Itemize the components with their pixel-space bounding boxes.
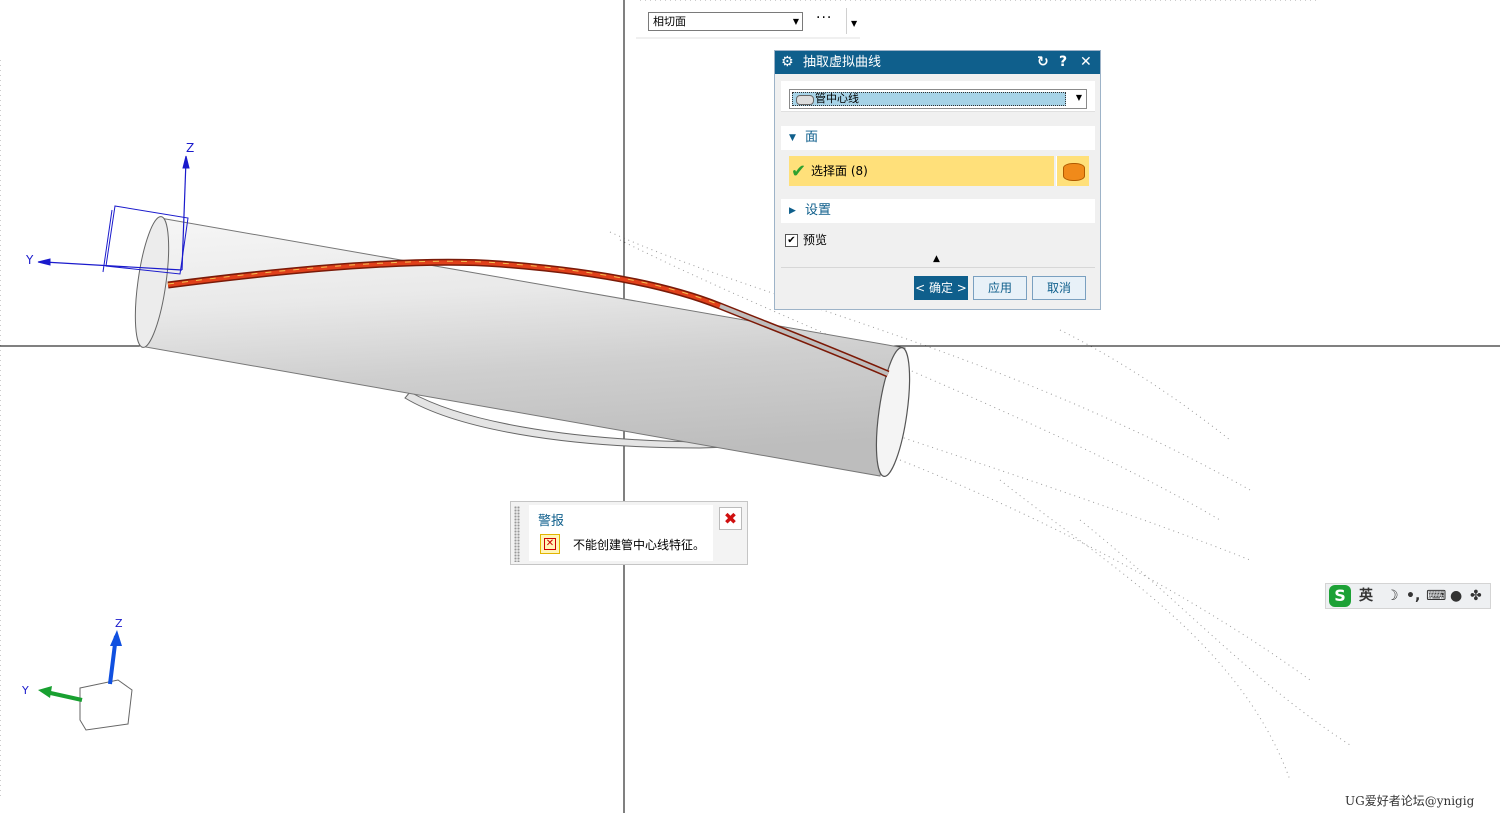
csys-top-z-label: Z [186,141,194,155]
settings-group-header[interactable]: ▶ 设置 [781,199,1095,223]
checkmark-icon: ✔ [791,161,807,182]
face-group-title: 面 [805,130,819,145]
curve-type-value: 管中心线 [815,92,859,105]
toolbar-dropdown-icon[interactable]: ▼ [851,19,857,28]
more-options-button[interactable]: ··· [816,10,832,26]
select-face-label: 选择面 (8) [811,164,868,178]
curve-type-dropdown[interactable]: 管中心线 ▼ [789,89,1087,109]
settings-group-title: 设置 [805,203,832,218]
view-triad [38,630,133,731]
type-row: 管中心线 ▼ [781,81,1095,112]
alert-popup: 警报 ✕ 不能创建管中心线特征。 ✖ [510,501,748,565]
keyboard-icon[interactable]: ⌨ [1426,584,1446,608]
chevron-down-icon: ▼ [792,17,799,26]
punctuation-icon[interactable]: •, [1406,584,1420,608]
close-button[interactable]: ✕ [1080,51,1092,74]
face-selection-button[interactable] [1056,156,1089,186]
ok-button[interactable]: < 确定 > [914,276,968,300]
triad-z-label: Z [115,617,123,630]
alert-close-button[interactable]: ✖ [719,507,742,530]
pipe-icon [796,95,814,105]
filter-value: 相切面 [653,15,686,28]
drag-handle[interactable] [514,506,520,562]
moon-icon[interactable]: ☽ [1386,584,1399,608]
curve-type-value-box: 管中心线 [792,92,1066,106]
preview-checkbox[interactable]: ✔ [785,234,798,247]
chevron-down-icon: ▼ [1075,93,1082,102]
watermark: UG爱好者论坛@ynigig [1345,794,1475,808]
graphics-viewport[interactable]: Z Y Z Y [0,0,1500,813]
ime-status-bar[interactable]: S 英 ☽ •, ⌨ ● ✤ [1325,583,1491,609]
csys-top-y-label: Y [25,253,34,267]
gear-icon[interactable]: ⚙ [781,51,794,74]
expand-down-icon: ▼ [789,133,796,143]
face-group-header[interactable]: ▼ 面 [781,126,1095,150]
error-icon: ✕ [540,534,560,554]
extract-virtual-curve-dialog: ⚙ 抽取虚拟曲线 ↻ ? ✕ 管中心线 ▼ ▼ 面 ✔ 选择面 (8) ▶ 设置… [774,50,1101,310]
toolbar-divider [846,8,847,34]
preview-label: 预览 [803,233,828,247]
dialog-divider [781,267,1095,268]
reset-icon[interactable]: ↻ [1037,51,1049,74]
triad-y-label: Y [21,684,29,697]
help-button[interactable]: ? [1059,51,1067,74]
alert-message: 不能创建管中心线特征。 [573,538,706,552]
expand-right-icon: ▶ [789,206,796,216]
dialog-title: 抽取虚拟曲线 [803,55,882,70]
dialog-title-bar: ⚙ 抽取虚拟曲线 ↻ ? ✕ [775,51,1100,74]
alert-body: 警报 ✕ 不能创建管中心线特征。 [529,505,713,561]
apply-button[interactable]: 应用 [973,276,1027,300]
cancel-button[interactable]: 取消 [1032,276,1086,300]
select-face-row[interactable]: ✔ 选择面 (8) [789,156,1054,186]
grid-icon[interactable]: ✤ [1470,584,1482,608]
ime-mode-label[interactable]: 英 [1359,584,1373,608]
user-icon[interactable]: ● [1450,584,1462,608]
preview-option[interactable]: ✔ 预览 [785,231,827,248]
selection-filter-dropdown[interactable]: 相切面 ▼ [648,12,803,31]
ime-logo[interactable]: S [1329,585,1351,607]
alert-title: 警报 [538,514,565,529]
cylinder-face-icon [1063,163,1085,181]
collapse-up-icon[interactable]: ▲ [933,254,940,264]
